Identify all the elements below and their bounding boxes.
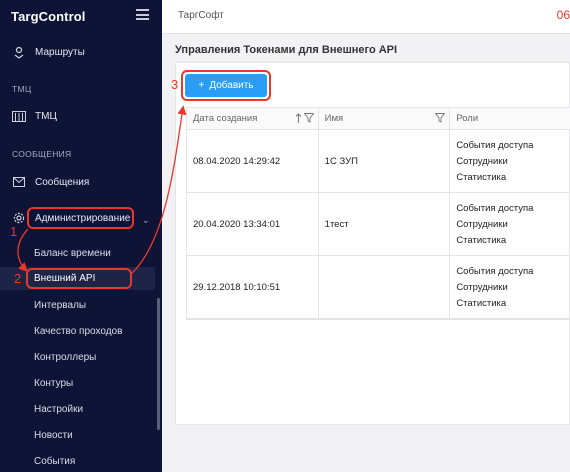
sidebar: TargControl Маршруты ТМЦ ТМЦ СООБЩЕНИЯ С… bbox=[0, 0, 162, 472]
mail-icon bbox=[12, 175, 26, 189]
cell-date: 08.04.2020 14:29:42 bbox=[187, 130, 319, 192]
sidebar-item-label: ТМЦ bbox=[35, 110, 57, 122]
cell-name bbox=[319, 256, 451, 318]
table-row[interactable]: 08.04.2020 14:29:42 1С ЗУП События досту… bbox=[187, 130, 570, 193]
annotation-highlight-administration bbox=[27, 207, 134, 229]
role-item: Сотрудники bbox=[456, 281, 508, 293]
sidebar-scrollbar[interactable] bbox=[157, 298, 160, 430]
sidebar-subitem-time-balance[interactable]: Баланс времени bbox=[34, 248, 111, 259]
role-item: События доступа bbox=[456, 139, 534, 151]
top-bar: ТаргСофт 06 bbox=[162, 0, 570, 34]
filter-icon bbox=[435, 113, 446, 123]
column-header-label: Роли bbox=[456, 113, 479, 124]
cell-roles: События доступа Сотрудники Статистика bbox=[450, 130, 570, 192]
column-header-name[interactable]: Имя bbox=[319, 108, 451, 129]
sidebar-item-tmc[interactable]: ТМЦ bbox=[0, 109, 162, 123]
sidebar-subitem-events[interactable]: События bbox=[34, 456, 75, 467]
column-header-label: Имя bbox=[324, 113, 344, 124]
sidebar-item-routes[interactable]: Маршруты bbox=[0, 45, 162, 59]
annotation-step-3: 3 bbox=[171, 77, 179, 92]
annotation-highlight-add-button bbox=[181, 70, 271, 101]
sidebar-subitem-settings[interactable]: Настройки bbox=[34, 404, 83, 415]
section-label-messages: СООБЩЕНИЯ bbox=[12, 149, 72, 159]
tokens-table: Дата создания Имя Роли 08.04.2020 14:29:… bbox=[186, 107, 570, 320]
role-item: Сотрудники bbox=[456, 155, 508, 167]
annotation-step-2: 2 bbox=[14, 271, 22, 286]
role-item: Статистика bbox=[456, 171, 507, 183]
cell-date: 29.12.2018 10:10:51 bbox=[187, 256, 319, 318]
sidebar-item-label: Сообщения bbox=[35, 176, 90, 188]
annotation-highlight-external-api bbox=[26, 268, 132, 289]
cell-name: 1С ЗУП bbox=[319, 130, 451, 192]
sidebar-subitem-pass-quality[interactable]: Качество проходов bbox=[34, 326, 122, 337]
table-row[interactable]: 20.04.2020 13:34:01 1тест События доступ… bbox=[187, 193, 570, 256]
column-header-label: Дата создания bbox=[193, 113, 258, 124]
sidebar-subitem-news[interactable]: Новости bbox=[34, 430, 73, 441]
chevron-down-icon[interactable]: ⌄ bbox=[142, 215, 150, 226]
route-icon bbox=[12, 45, 26, 59]
column-header-created[interactable]: Дата создания bbox=[187, 108, 319, 129]
column-header-roles[interactable]: Роли bbox=[450, 108, 570, 129]
gear-icon bbox=[12, 211, 26, 225]
hamburger-menu-icon[interactable] bbox=[136, 9, 149, 20]
table-row[interactable]: 29.12.2018 10:10:51 События доступа Сотр… bbox=[187, 256, 570, 319]
role-item: События доступа bbox=[456, 202, 534, 214]
cell-name: 1тест bbox=[319, 193, 451, 255]
cell-roles: События доступа Сотрудники Статистика bbox=[450, 193, 570, 255]
filter-icon bbox=[303, 113, 314, 123]
sidebar-subitem-intervals[interactable]: Интервалы bbox=[34, 300, 86, 311]
company-name: ТаргСофт bbox=[178, 10, 224, 21]
cell-date: 20.04.2020 13:34:01 bbox=[187, 193, 319, 255]
sidebar-item-label: Маршруты bbox=[35, 46, 85, 58]
cell-roles: События доступа Сотрудники Статистика bbox=[450, 256, 570, 318]
role-item: Статистика bbox=[456, 234, 507, 246]
sidebar-subitem-controllers[interactable]: Контроллеры bbox=[34, 352, 96, 363]
warehouse-icon bbox=[12, 109, 26, 123]
page-title: Управления Токенами для Внешнего API bbox=[175, 44, 398, 56]
role-item: Сотрудники bbox=[456, 218, 508, 230]
table-header: Дата создания Имя Роли bbox=[187, 108, 570, 130]
role-item: События доступа bbox=[456, 265, 534, 277]
top-right-indicator[interactable]: 06 bbox=[557, 8, 570, 22]
annotation-step-1: 1 bbox=[10, 224, 18, 239]
role-item: Статистика bbox=[456, 297, 507, 309]
app-logo: TargControl bbox=[11, 9, 86, 24]
sidebar-subitem-contours[interactable]: Контуры bbox=[34, 378, 73, 389]
sort-icon bbox=[295, 113, 302, 123]
section-label-tmc: ТМЦ bbox=[12, 84, 32, 94]
sidebar-item-messages[interactable]: Сообщения bbox=[0, 175, 162, 189]
